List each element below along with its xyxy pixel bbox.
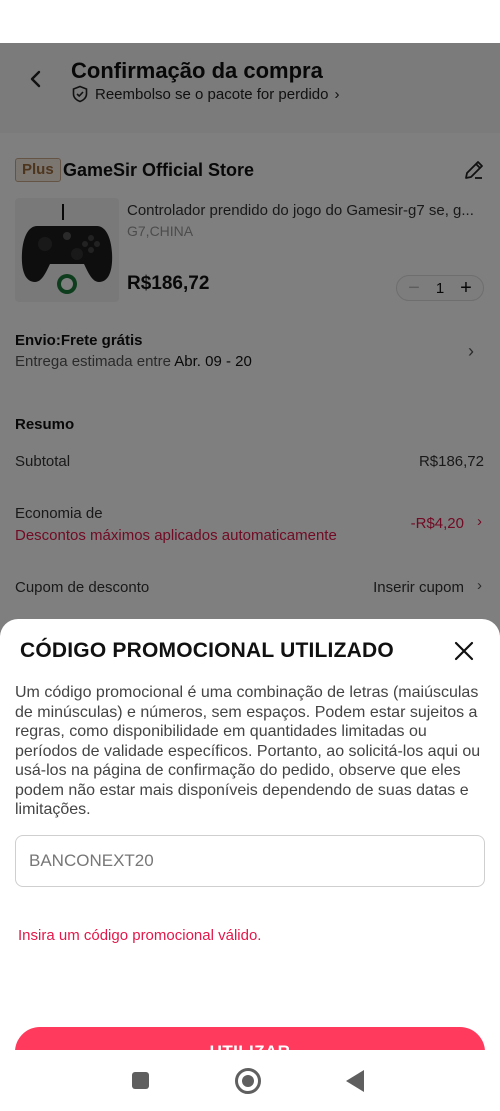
- status-bar: [0, 0, 500, 43]
- checkout-page: Confirmação da compra Reembolso se o pac…: [0, 43, 500, 1111]
- sheet-title: CÓDIGO PROMOCIONAL UTILIZADO: [20, 639, 394, 662]
- nav-home-icon[interactable]: [235, 1068, 261, 1094]
- close-icon[interactable]: [452, 639, 476, 663]
- system-nav-bar: [0, 1050, 500, 1111]
- error-message: Insira um código promocional válido.: [18, 927, 262, 944]
- nav-recents-icon[interactable]: [132, 1072, 149, 1089]
- promo-code-sheet: CÓDIGO PROMOCIONAL UTILIZADO Um código p…: [0, 619, 500, 1111]
- sheet-description: Um código promocional é uma combinação d…: [15, 684, 481, 818]
- nav-back-icon[interactable]: [346, 1070, 364, 1092]
- promo-code-input[interactable]: [15, 835, 485, 887]
